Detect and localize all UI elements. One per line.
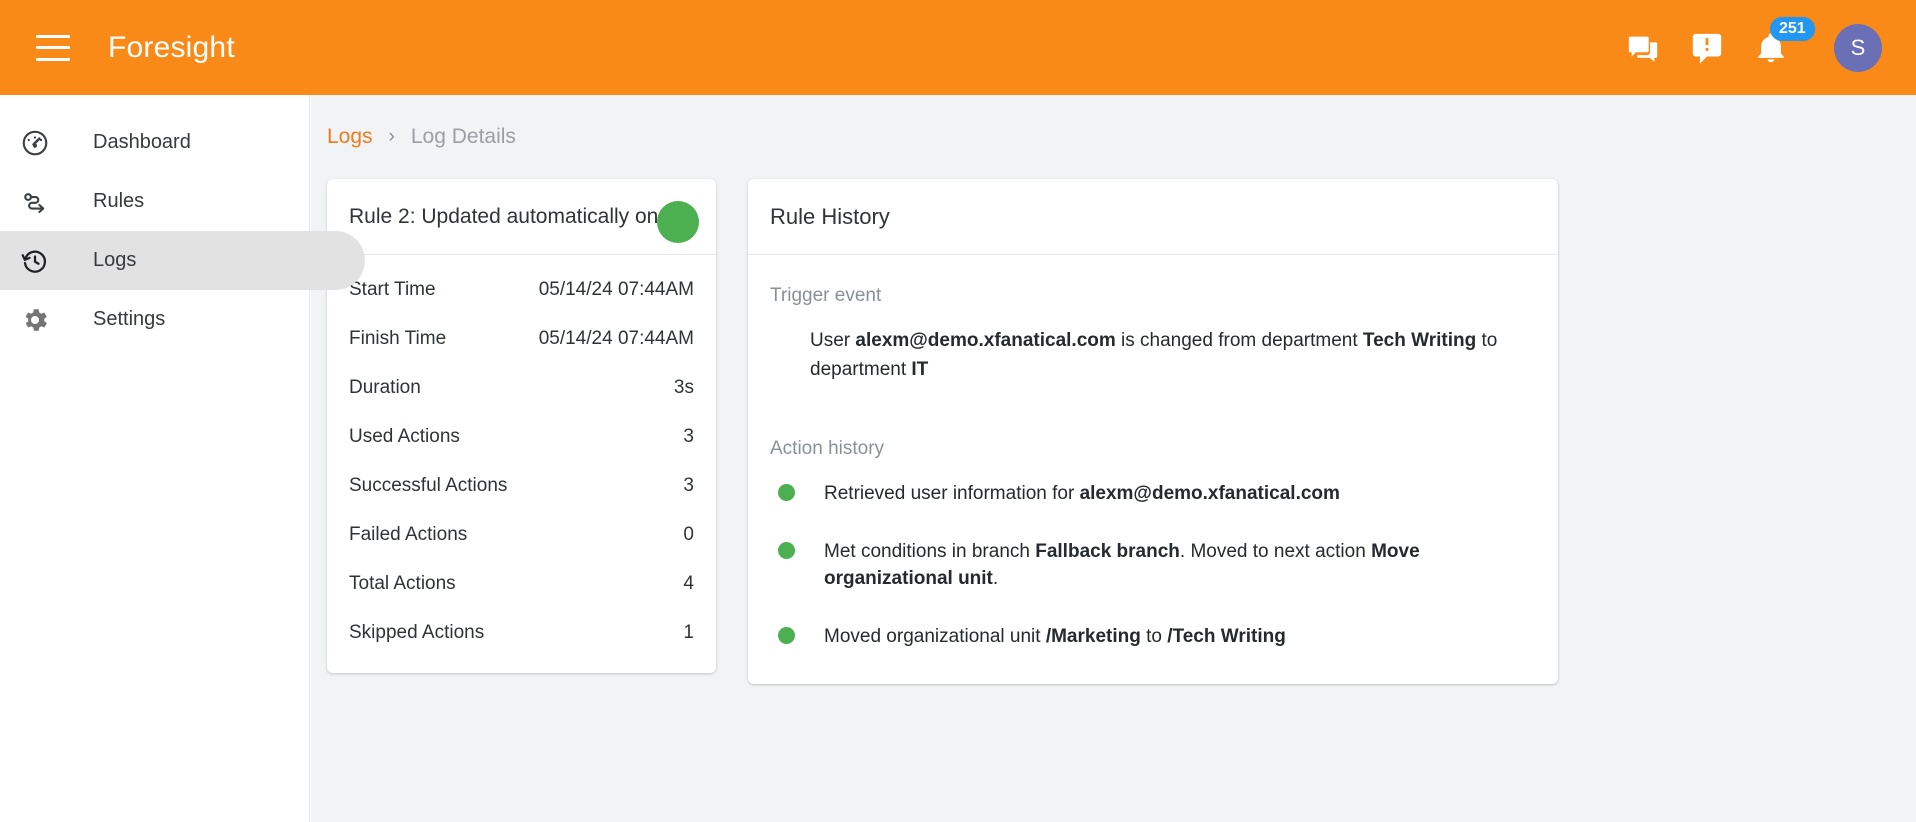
log-summary-stats: Start Time 05/14/24 07:44AM Finish Time …: [327, 255, 716, 673]
hamburger-menu-icon[interactable]: [36, 34, 70, 61]
app-window: Foresight 251 S Dashboard Rules Logs Set…: [0, 0, 1916, 822]
action-segment: Met conditions in branch: [824, 540, 1036, 562]
action-segment: to: [1140, 625, 1168, 647]
stat-value: 4: [683, 572, 694, 594]
log-summary-header: Rule 2: Updated automatically on us: [327, 179, 716, 255]
sidebar-item-label: Logs: [93, 249, 137, 271]
sidebar-item-dashboard[interactable]: Dashboard: [0, 113, 365, 172]
action-text: Retrieved user information for alexm@dem…: [824, 480, 1340, 508]
list-item: Moved organizational unit /Marketing to …: [770, 623, 1534, 651]
speedometer-icon: [16, 124, 54, 162]
history-clock-icon: [16, 242, 54, 280]
main-content: Logs › Log Details Rule 2: Updated autom…: [311, 95, 1916, 822]
sidebar-item-label: Rules: [93, 190, 145, 212]
stat-value: 1: [683, 621, 694, 643]
status-dot-icon: [778, 484, 795, 501]
log-summary-card: Rule 2: Updated automatically on us Star…: [327, 179, 716, 673]
cards-row: Rule 2: Updated automatically on us Star…: [311, 149, 1916, 685]
notifications-button[interactable]: 251: [1754, 16, 1815, 65]
trigger-from-department: Tech Writing: [1362, 330, 1477, 351]
action-text: Met conditions in branch Fallback branch…: [824, 538, 1534, 593]
action-segment: Fallback branch: [1035, 540, 1180, 562]
notification-badge: 251: [1770, 16, 1815, 41]
list-item: Retrieved user information for alexm@dem…: [770, 480, 1534, 508]
rule-history-body: Trigger event User alexm@demo.xfanatical…: [748, 255, 1558, 684]
list-item: Met conditions in branch Fallback branch…: [770, 538, 1534, 593]
breadcrumb: Logs › Log Details: [311, 95, 1916, 149]
action-segment: . Moved to next action: [1179, 540, 1372, 562]
rule-history-header: Rule History: [748, 179, 1558, 255]
status-dot-icon: [778, 541, 795, 559]
sidebar-item-label: Settings: [93, 308, 166, 330]
action-history-list: Retrieved user information for alexm@dem…: [770, 480, 1534, 650]
sidebar-item-label: Dashboard: [93, 131, 191, 153]
table-row: Skipped Actions 1: [327, 608, 716, 657]
breadcrumb-current: Log Details: [410, 125, 516, 148]
trigger-to-department: IT: [911, 358, 929, 380]
sidebar-item-settings[interactable]: Settings: [0, 290, 365, 349]
sidebar-item-logs[interactable]: Logs: [0, 231, 365, 290]
action-segment: alexm@demo.xfanatical.com: [1079, 483, 1340, 504]
breadcrumb-separator-icon: ›: [388, 126, 395, 147]
stat-label: Used Actions: [349, 425, 460, 447]
status-badge: [657, 201, 699, 243]
stat-value: 3s: [673, 376, 694, 398]
stat-value: 3: [683, 425, 694, 447]
gear-icon: [16, 301, 54, 339]
trigger-middle: is changed from department: [1115, 330, 1363, 351]
rule-title: Rule 2: Updated automatically on us: [349, 204, 687, 228]
action-segment: /Tech Writing: [1167, 625, 1286, 647]
trigger-event-label: Trigger event: [770, 285, 882, 306]
sidebar: Dashboard Rules Logs Settings: [0, 95, 365, 822]
action-segment: Moved organizational unit: [824, 625, 1046, 647]
table-row: Duration 3s: [327, 363, 716, 412]
table-row: Finish Time 05/14/24 07:44AM: [327, 314, 716, 363]
page-title: Rule History: [770, 203, 890, 229]
stat-label: Duration: [349, 376, 421, 398]
table-row: Failed Actions 0: [327, 510, 716, 559]
announcement-icon[interactable]: [1690, 31, 1724, 65]
action-segment: .: [992, 568, 999, 590]
stat-label: Successful Actions: [349, 474, 508, 496]
stat-label: Failed Actions: [349, 523, 468, 545]
stat-value: 05/14/24 07:44AM: [538, 327, 694, 349]
route-icon: [16, 183, 54, 221]
table-row: Successful Actions 3: [327, 461, 716, 510]
stat-label: Total Actions: [349, 572, 456, 594]
stat-label: Skipped Actions: [349, 621, 485, 643]
trigger-user: alexm@demo.xfanatical.com: [855, 330, 1116, 351]
table-row: Total Actions 4: [327, 559, 716, 608]
table-row: Used Actions 3: [327, 412, 716, 461]
top-app-bar: Foresight 251 S: [0, 0, 1916, 95]
sidebar-item-rules[interactable]: Rules: [0, 172, 365, 231]
status-dot-icon: [778, 626, 795, 644]
action-segment: Retrieved user information for: [824, 483, 1080, 504]
topbar-actions: 251 S: [1626, 16, 1882, 72]
trigger-prefix: User: [810, 330, 856, 351]
app-title: Foresight: [108, 30, 235, 64]
rule-history-card: Rule History Trigger event User alexm@de…: [748, 179, 1558, 685]
avatar[interactable]: S: [1834, 23, 1882, 72]
table-row: Start Time 05/14/24 07:44AM: [327, 265, 716, 314]
action-text: Moved organizational unit /Marketing to …: [824, 623, 1286, 651]
stat-value: 05/14/24 07:44AM: [538, 278, 694, 300]
action-history-label: Action history: [770, 438, 885, 459]
stat-value: 3: [683, 474, 694, 496]
chat-bubbles-icon[interactable]: [1626, 31, 1660, 65]
action-segment: /Marketing: [1045, 625, 1141, 647]
stat-value: 0: [683, 523, 694, 545]
trigger-event-text: User alexm@demo.xfanatical.com is change…: [770, 327, 1534, 384]
